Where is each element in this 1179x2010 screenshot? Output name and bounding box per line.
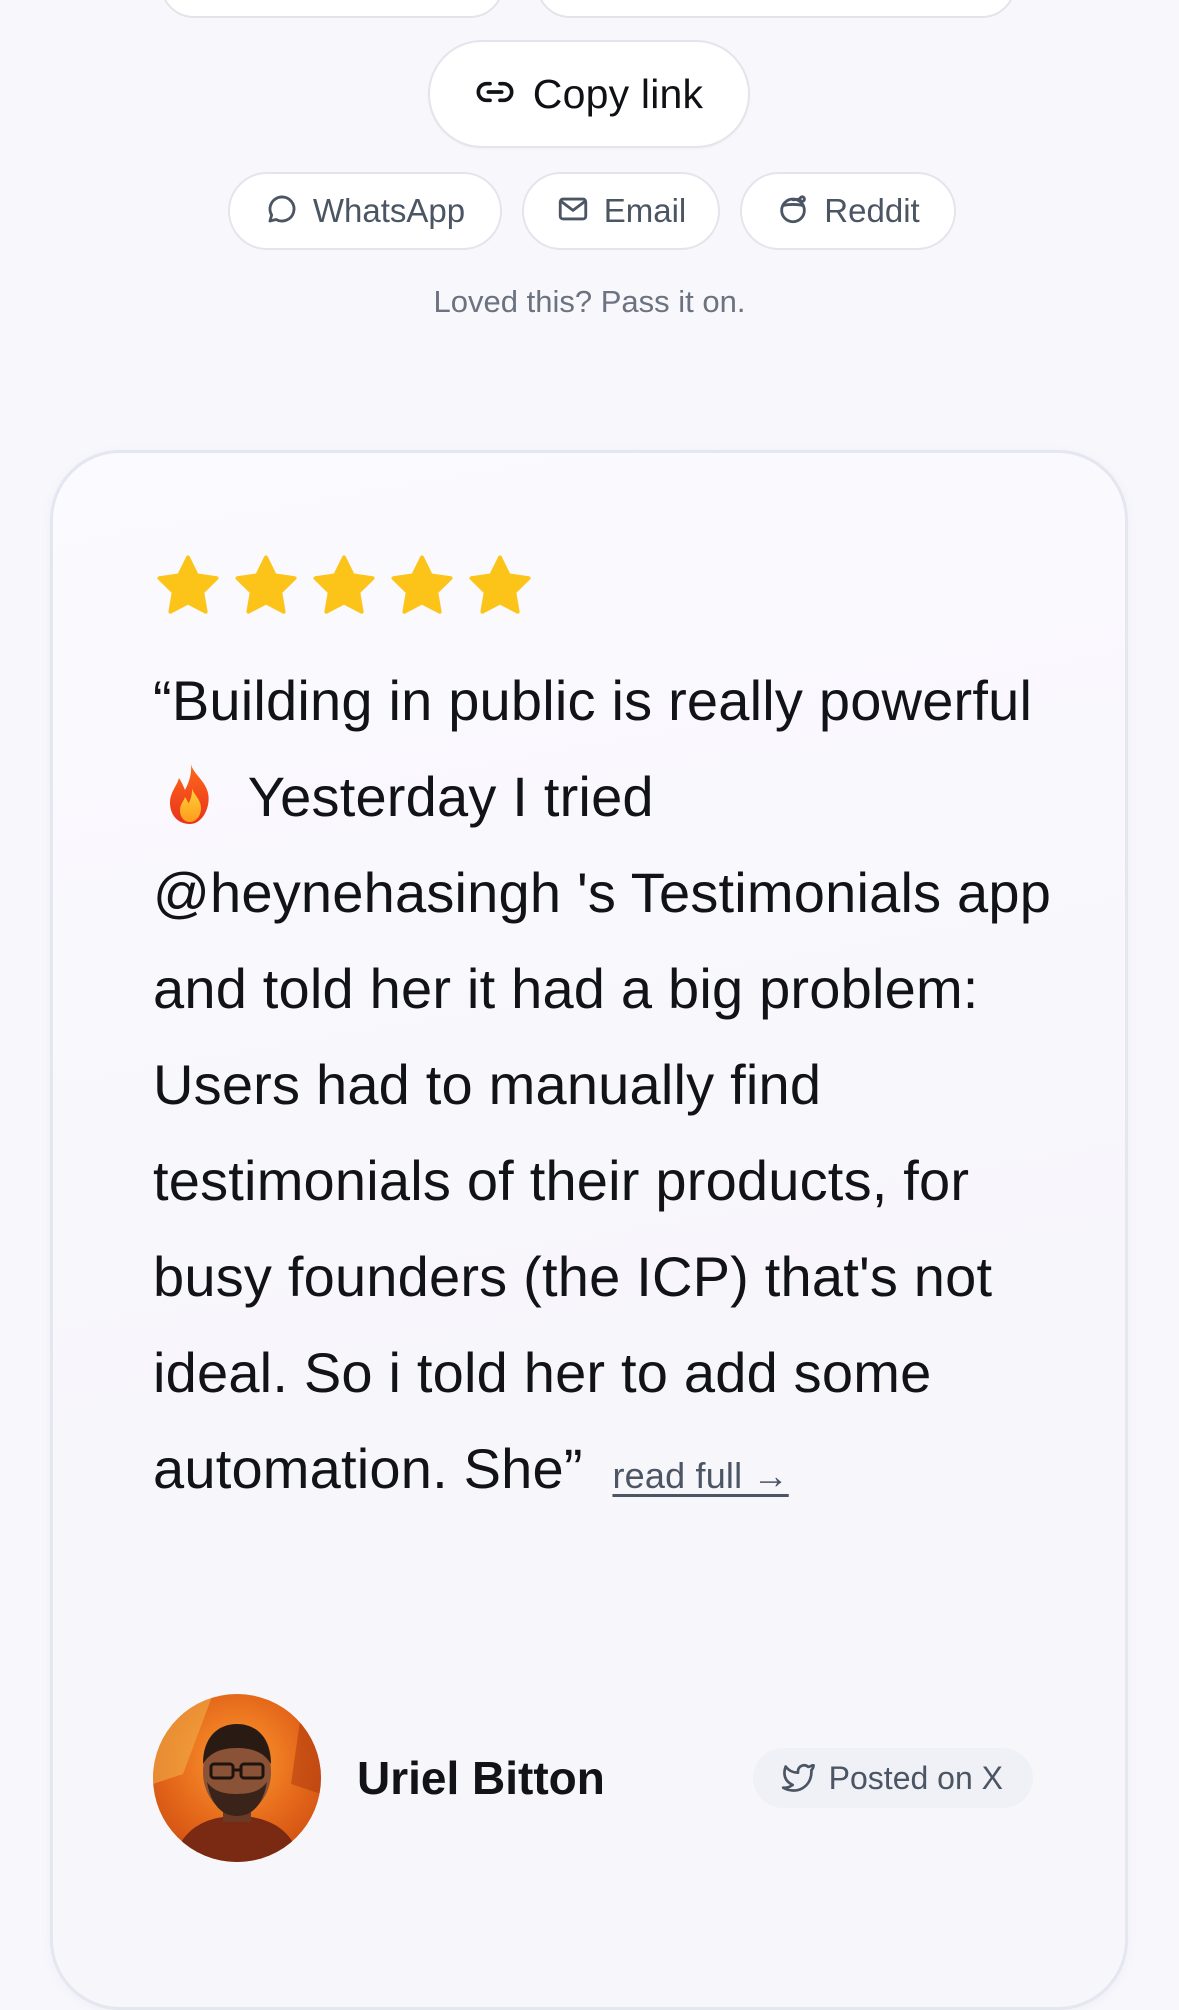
posted-on-x-badge[interactable]: Posted on X xyxy=(752,1748,1033,1808)
share-buttons-row: WhatsApp Email Reddit xyxy=(228,172,956,250)
testimonial-card: “Building in public is really powerful Y… xyxy=(50,450,1128,2010)
email-label: Email xyxy=(603,192,687,229)
twitter-bird-icon xyxy=(781,1759,815,1798)
share-button-partial[interactable] xyxy=(536,0,1016,18)
author-name: Uriel Bitton xyxy=(357,1752,605,1804)
fire-icon xyxy=(163,759,219,824)
star-icon xyxy=(233,553,299,619)
author-avatar xyxy=(153,1694,321,1862)
copy-link-label: Copy link xyxy=(532,70,704,117)
star-icon xyxy=(389,553,455,619)
whatsapp-label: WhatsApp xyxy=(312,192,466,229)
author-row: Uriel Bitton Posted on X xyxy=(153,1693,1033,1863)
copy-link-button[interactable]: Copy link xyxy=(428,40,750,148)
share-button-partial[interactable] xyxy=(160,0,504,18)
quote-text-start: “Building in public is really powerful xyxy=(153,669,1033,732)
reddit-share-button[interactable]: Reddit xyxy=(740,172,956,250)
read-full-link[interactable]: read full → xyxy=(612,1455,788,1496)
testimonial-quote: “Building in public is really powerful Y… xyxy=(153,653,1053,1524)
reddit-icon xyxy=(776,192,810,231)
email-share-button[interactable]: Email xyxy=(522,172,720,250)
star-icon xyxy=(155,553,221,619)
star-icon xyxy=(311,553,377,619)
share-caption: Loved this? Pass it on. xyxy=(433,284,746,319)
link-icon xyxy=(475,72,515,117)
posted-on-x-label: Posted on X xyxy=(828,1759,1003,1796)
chat-bubble-icon xyxy=(265,192,299,231)
mail-icon xyxy=(556,192,590,231)
star-rating xyxy=(155,553,533,619)
star-icon xyxy=(467,553,533,619)
quote-text-end: Yesterday I tried @heynehasingh 's Testi… xyxy=(153,765,1052,1500)
whatsapp-share-button[interactable]: WhatsApp xyxy=(228,172,502,250)
reddit-label: Reddit xyxy=(824,192,920,229)
